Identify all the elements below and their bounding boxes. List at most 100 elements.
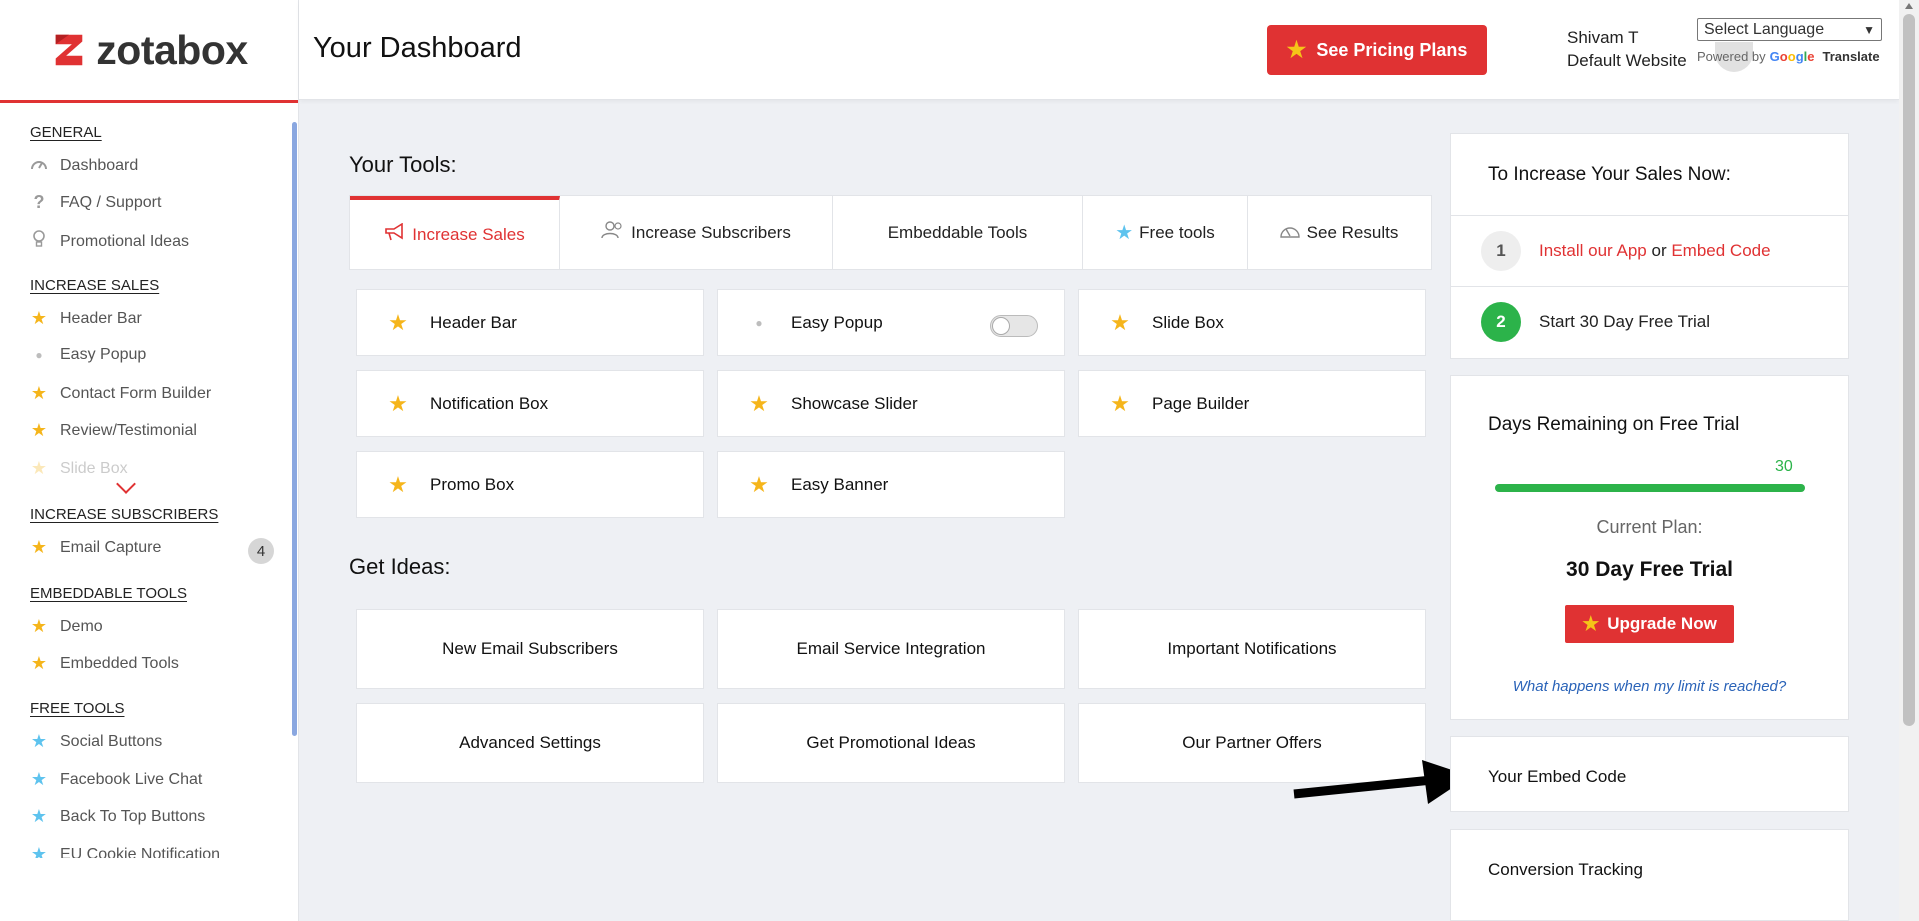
star-icon: ★ <box>30 458 48 478</box>
tool-card-promo-box[interactable]: ★ Promo Box <box>356 451 704 518</box>
logo[interactable]: zotabox <box>0 0 298 103</box>
sidebar-item-label: Promotional Ideas <box>60 232 189 250</box>
megaphone-icon <box>384 222 406 247</box>
sidebar-item-label: EU Cookie Notification <box>60 845 221 859</box>
nav-section-embeddable-tools: EMBEDDABLE TOOLS <box>0 585 187 603</box>
sidebar-item-easy-popup[interactable]: ● Easy Popup <box>30 346 146 364</box>
embed-code-panel[interactable]: Your Embed Code <box>1450 736 1849 812</box>
translate-link[interactable]: Translate <box>1823 49 1880 64</box>
tab-increase-subscribers[interactable]: Increase Subscribers <box>560 196 833 269</box>
language-select[interactable]: Select Language ▼ <box>1697 18 1882 41</box>
tab-label: Increase Sales <box>412 224 525 244</box>
scrollbar-thumb[interactable] <box>1903 14 1915 726</box>
tool-card-label: Easy Banner <box>791 474 889 494</box>
sidebar-item-label: Easy Popup <box>60 346 147 363</box>
tool-card-notification-box[interactable]: ★ Notification Box <box>356 370 704 437</box>
sidebar-item-eu-cookie-notification[interactable]: ★ EU Cookie Notification <box>30 844 220 858</box>
sidebar-item-label: Social Buttons <box>60 732 163 750</box>
star-icon: ★ <box>388 390 408 416</box>
tool-card-label: Promo Box <box>430 474 515 494</box>
tool-card-showcase-slider[interactable]: ★ Showcase Slider <box>717 370 1065 437</box>
star-icon: ★ <box>1110 390 1130 416</box>
embed-code-link[interactable]: Embed Code <box>1671 241 1770 260</box>
free-trial-panel: Days Remaining on Free Trial 30 Current … <box>1450 375 1849 720</box>
step-number: 1 <box>1481 231 1521 271</box>
nav-section-title: INCREASE SUBSCRIBERS <box>30 506 219 523</box>
tab-increase-sales[interactable]: Increase Sales <box>350 196 560 269</box>
count-badge: 4 <box>248 538 274 564</box>
google-logo[interactable]: Google <box>1770 49 1815 64</box>
star-icon: ★ <box>30 806 48 826</box>
conversion-tracking-panel[interactable]: Conversion Tracking <box>1450 829 1849 921</box>
idea-card-new-email-subscribers[interactable]: New Email Subscribers <box>356 609 704 689</box>
tool-card-slide-box[interactable]: ★ Slide Box <box>1078 289 1426 356</box>
star-icon: ★ <box>30 844 48 858</box>
tool-card-page-builder[interactable]: ★ Page Builder <box>1078 370 1426 437</box>
button-label: See Pricing Plans <box>1316 39 1468 60</box>
upgrade-now-button[interactable]: ★ Upgrade Now <box>1565 605 1734 643</box>
sidebar-item-dashboard[interactable]: Dashboard <box>30 155 138 176</box>
star-icon: ★ <box>30 731 48 751</box>
nav-section-free-tools: FREE TOOLS <box>0 700 124 718</box>
tool-card-label: Slide Box <box>1152 312 1224 332</box>
dot-icon: ● <box>755 315 763 330</box>
tool-card-easy-banner[interactable]: ★ Easy Banner <box>717 451 1065 518</box>
nav-section-title: GENERAL <box>30 124 102 141</box>
star-icon: ★ <box>388 471 408 497</box>
sidebar-item-label: Review/Testimonial <box>60 421 197 439</box>
star-icon: ★ <box>30 653 48 673</box>
toggle-knob <box>992 317 1010 335</box>
increase-sales-panel: To Increase Your Sales Now: 1 Install ou… <box>1450 133 1849 359</box>
tab-free-tools[interactable]: ★ Free tools <box>1083 196 1248 269</box>
user-name[interactable]: Shivam T <box>1567 28 1639 48</box>
sidebar-item-embedded-tools[interactable]: ★ Embedded Tools <box>30 653 179 674</box>
sidebar-item-promotional-ideas[interactable]: Promotional Ideas <box>30 230 189 253</box>
idea-card-get-promotional-ideas[interactable]: Get Promotional Ideas <box>717 703 1065 783</box>
star-icon: ★ <box>1582 613 1600 635</box>
star-icon: ★ <box>749 471 769 497</box>
sidebar-item-slide-box[interactable]: ★ Slide Box <box>30 458 128 479</box>
see-pricing-plans-button[interactable]: ★ See Pricing Plans <box>1267 25 1487 75</box>
sidebar-scrollbar[interactable] <box>292 122 297 736</box>
pointing-arrow-icon <box>1293 760 1470 804</box>
limit-reached-link[interactable]: What happens when my limit is reached? <box>1451 678 1848 695</box>
question-mark-icon: ? <box>33 192 45 212</box>
scroll-up-arrow-icon[interactable] <box>1905 3 1913 9</box>
star-icon: ★ <box>30 537 48 557</box>
sidebar-item-demo[interactable]: ★ Demo <box>30 616 103 637</box>
top-header: Your Dashboard ★ See Pricing Plans Shiva… <box>299 0 1899 100</box>
idea-card-email-service-integration[interactable]: Email Service Integration <box>717 609 1065 689</box>
install-app-link[interactable]: Install our App <box>1539 241 1647 260</box>
star-icon: ★ <box>1286 37 1307 62</box>
tab-see-results[interactable]: See Results <box>1248 196 1429 269</box>
chevron-down-icon: ▼ <box>1863 22 1875 37</box>
sidebar-item-label: Slide Box <box>60 459 128 477</box>
idea-card-important-notifications[interactable]: Important Notifications <box>1078 609 1426 689</box>
current-plan-label: Current Plan: <box>1596 517 1703 537</box>
dot-icon: ● <box>35 348 43 362</box>
sidebar-item-faq-support[interactable]: ? FAQ / Support <box>30 192 162 213</box>
sidebar-item-review-testimonial[interactable]: ★ Review/Testimonial <box>30 420 197 441</box>
idea-card-advanced-settings[interactable]: Advanced Settings <box>356 703 704 783</box>
tool-card-header-bar[interactable]: ★ Header Bar <box>356 289 704 356</box>
sidebar-item-contact-form-builder[interactable]: ★ Contact Form Builder <box>30 383 211 404</box>
users-icon <box>601 220 625 245</box>
nav-section-increase-subscribers: INCREASE SUBSCRIBERS <box>0 506 218 524</box>
easy-popup-toggle[interactable] <box>990 315 1038 337</box>
sidebar-item-label: Facebook Live Chat <box>60 770 203 788</box>
page-scrollbar[interactable] <box>1899 0 1919 921</box>
sidebar-item-header-bar[interactable]: ★ Header Bar <box>30 308 142 329</box>
step-number: 2 <box>1481 302 1521 342</box>
sidebar-item-back-to-top-buttons[interactable]: ★ Back To Top Buttons <box>30 806 205 827</box>
tool-card-label: Page Builder <box>1152 393 1250 413</box>
tool-card-label: Showcase Slider <box>791 393 918 413</box>
tool-card-easy-popup[interactable]: ● Easy Popup <box>717 289 1065 356</box>
user-website[interactable]: Default Website <box>1567 51 1687 71</box>
sidebar-item-social-buttons[interactable]: ★ Social Buttons <box>30 731 162 752</box>
star-icon: ★ <box>30 420 48 440</box>
sidebar-item-facebook-live-chat[interactable]: ★ Facebook Live Chat <box>30 769 202 790</box>
trial-progress-bar <box>1495 484 1805 492</box>
sidebar-item-email-capture[interactable]: ★ Email Capture <box>30 537 161 558</box>
tab-embeddable-tools[interactable]: Embeddable Tools <box>833 196 1083 269</box>
step-start-trial[interactable]: 2 Start 30 Day Free Trial <box>1451 286 1848 357</box>
